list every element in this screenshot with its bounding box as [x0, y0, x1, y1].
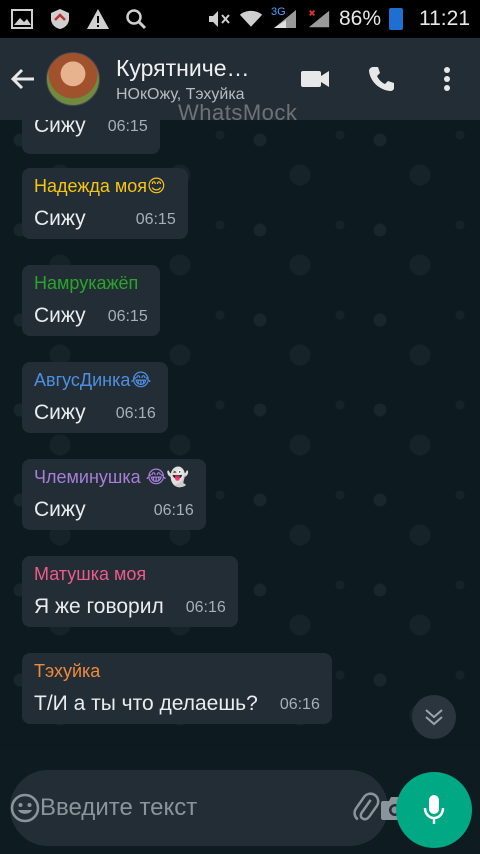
message-text: Сижу [34, 498, 86, 521]
signal-no-data-icon [307, 8, 331, 30]
message-sender: Члеминушка 😂👻 [34, 467, 190, 487]
status-right: 3G 86% 11:21 [207, 6, 470, 31]
message-bubble[interactable]: Сижу 06:15 [22, 120, 160, 154]
chat-title-block[interactable]: Курятниче… НОкОжу, Тэхуйка [116, 55, 276, 104]
message-sender: Тэхуйка [34, 661, 101, 681]
message-time: 06:15 [135, 211, 176, 228]
message-time: 06:15 [107, 308, 148, 325]
message-time: 06:16 [153, 502, 194, 519]
message-input[interactable] [40, 770, 350, 846]
message-text: Сижу [34, 207, 86, 230]
message-text: Сижу [34, 120, 86, 137]
message-bubble[interactable]: Матушка моя Я же говорил 06:16 [22, 556, 238, 627]
warning-icon [86, 8, 110, 30]
message-sender: АвгусДинка😂 [34, 370, 152, 390]
arrow-left-icon [10, 68, 34, 90]
emoji-button[interactable] [10, 770, 40, 846]
message-bubble[interactable]: АвгусДинка😂 Сижу 06:16 [22, 362, 168, 433]
video-call-icon [301, 71, 329, 87]
message-text: Сижу [34, 304, 86, 327]
shield-icon [48, 8, 72, 30]
emoji-icon [10, 793, 40, 823]
gallery-icon [10, 8, 34, 30]
chat-title: Курятниче… [116, 54, 250, 81]
network-type: 3G [270, 6, 286, 18]
message-sender: Матушка моя [34, 564, 147, 584]
battery-percent: 86% [338, 7, 381, 30]
chat-messages-area[interactable]: Сижу 06:15 Надежда моя😊 Сижу 06:15 Намру… [0, 120, 480, 750]
mute-icon [207, 8, 231, 30]
status-left-icons [10, 8, 148, 30]
message-time: 06:16 [115, 405, 156, 422]
more-vert-icon [444, 67, 450, 91]
scroll-to-bottom-button[interactable] [412, 695, 456, 739]
compose-bar [0, 750, 480, 854]
phone-icon [369, 67, 394, 91]
search-icon [124, 8, 148, 30]
header-actions [282, 38, 480, 120]
clock: 11:21 [419, 7, 470, 30]
microphone-icon [423, 795, 445, 824]
attach-button[interactable] [350, 770, 380, 846]
message-bubble[interactable]: Тэхуйка Т/И а ты что делаешь? 06:16 [22, 653, 332, 724]
signal-3g-icon: 3G [270, 6, 299, 30]
compose-pill [10, 770, 409, 846]
message-text: Сижу [34, 401, 86, 424]
battery-icon [389, 8, 403, 30]
back-button[interactable] [0, 38, 46, 120]
message-bubble[interactable]: Члеминушка 😂👻 Сижу 06:16 [22, 459, 206, 530]
status-bar: 3G 86% 11:21 [0, 0, 480, 38]
paperclip-icon [353, 792, 380, 821]
message-time: 06:16 [185, 599, 226, 616]
message-time: 06:16 [279, 696, 320, 713]
group-avatar[interactable] [46, 52, 100, 106]
more-options-button[interactable] [414, 38, 480, 120]
message-time: 06:15 [107, 120, 148, 135]
message-bubble[interactable]: Надежда моя😊 Сижу 06:15 [22, 168, 188, 239]
message-sender: Надежда моя😊 [34, 176, 166, 196]
wifi-icon [239, 8, 263, 30]
watermark: WhatsMock [178, 100, 298, 125]
message-text: Я же говорил [34, 595, 164, 618]
message-bubble[interactable]: Намрукажёп Сижу 06:15 [22, 265, 160, 336]
voice-record-button[interactable] [396, 772, 472, 848]
message-text: Т/И а ты что делаешь? [34, 692, 258, 715]
message-sender: Намрукажёп [34, 273, 139, 293]
double-chevron-down-icon [425, 709, 443, 726]
voice-call-button[interactable] [348, 38, 414, 120]
